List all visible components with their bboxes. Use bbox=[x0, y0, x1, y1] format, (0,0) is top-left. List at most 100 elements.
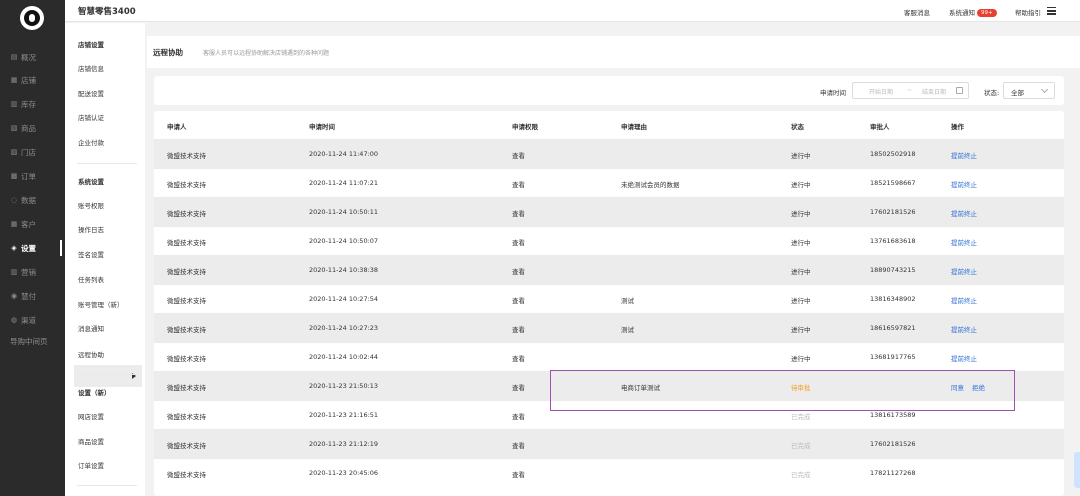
status-select[interactable]: 全部 bbox=[1003, 82, 1055, 99]
sidebar-item-label: 设置 bbox=[21, 243, 36, 253]
subnav-item-0-4[interactable]: 企业付款 bbox=[78, 138, 104, 148]
filter-bar: 申请时间 开始日期 ~ 结束日期 状态: 全部 bbox=[154, 76, 1064, 105]
subnav-item-2-1[interactable]: 网店设置 bbox=[78, 412, 104, 422]
cell-perm: 查看 bbox=[512, 471, 525, 479]
sidebar-item-label: 慧付 bbox=[21, 291, 36, 301]
subnav-item-0-2[interactable]: 配送设置 bbox=[78, 89, 104, 99]
cell-perm: 查看 bbox=[512, 326, 525, 334]
status-label: 状态: bbox=[984, 89, 1000, 97]
side-float-tab[interactable] bbox=[1074, 452, 1080, 488]
cell-applicant: 微盟技术支持 bbox=[167, 355, 206, 363]
action-link-primary[interactable]: 提前终止 bbox=[951, 237, 977, 247]
cell-reason: 测试 bbox=[621, 326, 634, 334]
subnav-item-1-5[interactable]: 账号管理（新） bbox=[78, 300, 124, 310]
subnav-item-0-3[interactable]: 店铺认证 bbox=[78, 113, 104, 123]
avatar[interactable] bbox=[20, 6, 44, 30]
column-header: 申请人 bbox=[167, 123, 187, 131]
cell-approver: 13816173589 bbox=[870, 411, 916, 419]
sidebar-item-5[interactable]: ▩ 订单 bbox=[0, 165, 65, 187]
cell-time: 2020-11-24 10:27:54 bbox=[309, 295, 379, 303]
sidebar-item-7[interactable]: ▦ 客户 bbox=[0, 213, 65, 235]
action-link-primary[interactable]: 提前终止 bbox=[951, 324, 977, 334]
action-link-primary[interactable]: 提前终止 bbox=[951, 266, 977, 276]
subnav-item-0-1[interactable]: 店铺信息 bbox=[78, 64, 104, 74]
subnav-item-1-0[interactable]: 系统设置 bbox=[78, 177, 104, 187]
subnav-item-2-3[interactable]: 订单设置 bbox=[78, 461, 104, 471]
subnav-item-1-1[interactable]: 账号权限 bbox=[78, 201, 104, 211]
sidebar-item-1[interactable]: ▦ 店铺 bbox=[0, 69, 65, 91]
sidebar-item-11[interactable]: ◍ 渠道 bbox=[0, 309, 65, 331]
sidebar-item-2[interactable]: ▥ 库存 bbox=[0, 93, 65, 115]
cell-applicant: 微盟技术支持 bbox=[167, 152, 206, 160]
cell-status: 待审批 bbox=[791, 384, 811, 392]
cell-time: 2020-11-23 21:16:51 bbox=[309, 411, 379, 419]
subnav-item-1-6[interactable]: 消息通知 bbox=[78, 324, 104, 334]
table-row: 微盟技术支持 2020-11-24 11:47:00 查看 进行中 1850250291… bbox=[154, 139, 1064, 168]
subnav-divider bbox=[77, 374, 137, 375]
start-date-placeholder[interactable]: 开始日期 bbox=[869, 87, 893, 96]
system-notice-label: 系统通知 bbox=[949, 9, 975, 17]
subnav-item-0-0[interactable]: 店铺设置 bbox=[78, 40, 104, 50]
action-link-primary[interactable]: 提前终止 bbox=[951, 179, 977, 189]
status-select-value: 全部 bbox=[1011, 89, 1024, 97]
sidebar-item-4[interactable]: ▨ 门店 bbox=[0, 141, 65, 163]
sidebar-item-9[interactable]: ▥ 营销 bbox=[0, 261, 65, 283]
cell-perm: 查看 bbox=[512, 384, 525, 392]
cell-applicant: 微盟技术支持 bbox=[167, 384, 206, 392]
subnav-item-2-2[interactable]: 商品设置 bbox=[78, 437, 104, 447]
subnav-item-1-3[interactable]: 签名设置 bbox=[78, 250, 104, 260]
date-separator: ~ bbox=[907, 87, 913, 94]
table-header: 申请人 申请时间 申请权限 申请理由 状态 审批人 操作 bbox=[154, 111, 1064, 139]
order-icon: ▩ bbox=[10, 172, 18, 180]
cell-reason: 未绝测试会员的数据 bbox=[621, 181, 680, 189]
system-notice-link[interactable]: 系统通知 99+ bbox=[949, 7, 997, 17]
cell-status: 进行中 bbox=[791, 297, 811, 305]
cell-approver: 18502502918 bbox=[870, 150, 916, 158]
help-link[interactable]: 帮助指引 bbox=[1015, 7, 1041, 17]
action-link-primary[interactable]: 提前终止 bbox=[951, 295, 977, 305]
cell-applicant: 微盟技术支持 bbox=[167, 297, 206, 305]
sidebar-item-0[interactable]: ▤ 概况 bbox=[0, 46, 65, 68]
chart-icon: ▤ bbox=[10, 53, 18, 61]
column-header: 申请权限 bbox=[512, 123, 538, 131]
chevron-down-icon bbox=[1040, 85, 1049, 94]
cell-perm: 查看 bbox=[512, 181, 525, 189]
subnav-item-1-4[interactable]: 任务列表 bbox=[78, 275, 104, 285]
customer-icon: ▦ bbox=[10, 220, 18, 228]
sidebar-item-label: 营销 bbox=[21, 267, 36, 277]
marketing-icon: ▥ bbox=[10, 268, 18, 276]
cell-approver: 17602181526 bbox=[870, 440, 916, 448]
subnav-item-2-0[interactable]: 设置（新） bbox=[78, 388, 111, 398]
sidebar-item-12[interactable]: 导购中间页 bbox=[0, 335, 65, 365]
action-link-secondary[interactable]: 拒绝 bbox=[972, 382, 985, 392]
column-header: 操作 bbox=[951, 123, 964, 131]
sidebar-item-label: 店铺 bbox=[21, 75, 36, 85]
action-link-primary[interactable]: 提前终止 bbox=[951, 150, 977, 160]
sidebar-item-8[interactable]: ◈ 设置 bbox=[0, 237, 65, 259]
subnav-item-1-2[interactable]: 操作日志 bbox=[78, 225, 104, 235]
table-row: 微盟技术支持 2020-11-23 21:12:19 查看 已完成 1760218152… bbox=[154, 429, 1064, 458]
sidebar-item-6[interactable]: ◌ 数据 bbox=[0, 189, 65, 211]
page-title: 远程协助 bbox=[153, 48, 183, 57]
table-row: 微盟技术支持 2020-11-23 21:50:13 查看 电商订单测试 待审批 同意 拒绝 bbox=[154, 371, 1064, 400]
table-row: 微盟技术支持 2020-11-24 11:07:21 查看 未绝测试会员的数据 进行中 1… bbox=[154, 168, 1064, 197]
cell-applicant: 微盟技术支持 bbox=[167, 413, 206, 421]
column-header: 审批人 bbox=[870, 123, 890, 131]
sidebar-item-3[interactable]: ▧ 商品 bbox=[0, 117, 65, 139]
date-range-picker[interactable]: 开始日期 ~ 结束日期 bbox=[852, 82, 969, 99]
cell-time: 2020-11-24 10:38:38 bbox=[309, 266, 379, 274]
sidebar-item-label: 数据 bbox=[21, 195, 36, 205]
inventory-icon: ▥ bbox=[10, 100, 18, 108]
customer-message-link[interactable]: 客服消息 bbox=[904, 7, 930, 17]
end-date-placeholder[interactable]: 结束日期 bbox=[922, 87, 946, 96]
subnav-item-1-7[interactable]: 远程协助 bbox=[78, 350, 104, 360]
cell-perm: 查看 bbox=[512, 355, 525, 363]
action-link-primary[interactable]: 提前终止 bbox=[951, 208, 977, 218]
action-link-primary[interactable]: 提前终止 bbox=[951, 353, 977, 363]
sidebar-item-10[interactable]: ◉ 慧付 bbox=[0, 285, 65, 307]
pay-icon: ◉ bbox=[10, 292, 18, 300]
cell-perm: 查看 bbox=[512, 152, 525, 160]
menu-icon[interactable] bbox=[1047, 7, 1056, 15]
main-sidebar: ▤ 概况 ▦ 店铺 ▥ 库存 ▧ 商品 ▨ 门店 ▩ 订单 ◌ 数据 ▦ 客户 ◈ 设置 ▥ 营销 ◉ 慧付 ◍ 渠道 导购中间… bbox=[0, 0, 65, 496]
action-link-primary[interactable]: 同意 bbox=[951, 382, 964, 392]
